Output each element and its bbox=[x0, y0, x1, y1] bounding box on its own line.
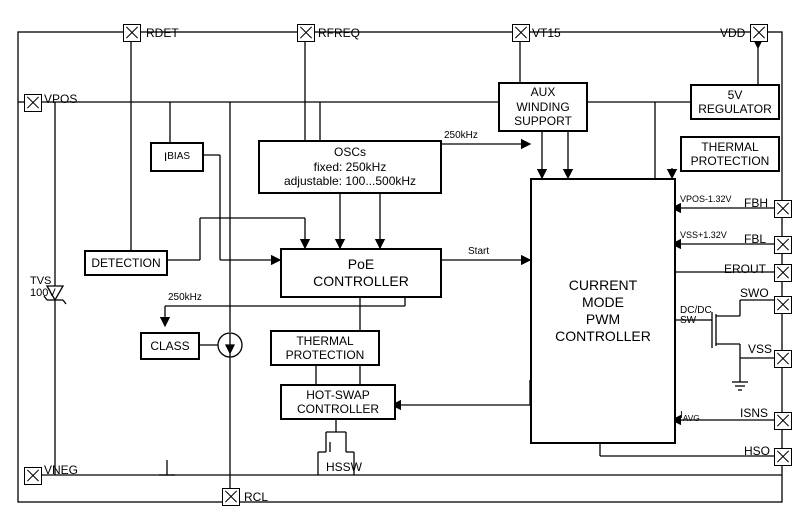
pad-vpos bbox=[24, 94, 42, 112]
reg5v-l2: REGULATOR bbox=[698, 102, 772, 116]
hotswap-l1: HOT-SWAP bbox=[306, 388, 370, 402]
pin-label-swo: SWO bbox=[740, 286, 769, 300]
block-oscs: OSCs fixed: 250kHz adjustable: 100...500… bbox=[258, 140, 442, 194]
pin-label-fbh: FBH bbox=[744, 196, 768, 210]
block-class: CLASS bbox=[140, 332, 200, 360]
pwm-l2: MODE bbox=[582, 294, 624, 311]
block-poe-controller: PoE CONTROLLER bbox=[280, 248, 442, 298]
ibias-sub: BIAS bbox=[167, 151, 190, 163]
pin-label-rdet: RDET bbox=[146, 26, 179, 40]
thermal1-text: THERMAL PROTECTION bbox=[272, 334, 378, 363]
pwm-l3: PWM bbox=[586, 311, 620, 328]
oscs-l1: OSCs bbox=[334, 145, 366, 159]
pad-vss bbox=[774, 350, 792, 368]
dcdc-label: DC/DC SW bbox=[680, 306, 712, 326]
pad-rdet bbox=[123, 24, 141, 42]
aux-l2: WINDING bbox=[516, 100, 569, 114]
annot-250khz-1: 250kHz bbox=[444, 130, 478, 141]
poe-l2: CONTROLLER bbox=[313, 273, 409, 290]
block-thermal-protection-2: THERMAL PROTECTION bbox=[680, 136, 780, 172]
annot-start: Start bbox=[468, 246, 489, 257]
class-text: CLASS bbox=[150, 339, 189, 353]
iavg-sub: AVG bbox=[683, 413, 700, 423]
annot-tvs: TVS 100V bbox=[30, 275, 60, 299]
aux-l3: SUPPORT bbox=[514, 114, 572, 128]
pin-label-vdd: VDD bbox=[720, 26, 745, 40]
pad-hso bbox=[774, 448, 792, 466]
pin-label-vneg: VNEG bbox=[44, 463, 78, 477]
block-aux-winding-support: AUX WINDING SUPPORT bbox=[498, 82, 588, 132]
pwm-l1: CURRENT bbox=[569, 277, 637, 294]
annot-vss-fbl: VSS+1.32V bbox=[680, 230, 727, 240]
pin-label-rfreq: RFREQ bbox=[318, 26, 360, 40]
block-hotswap-controller: HOT-SWAP CONTROLLER bbox=[280, 384, 396, 420]
hotswap-l2: CONTROLLER bbox=[297, 402, 379, 416]
block-ibias: IBIAS bbox=[150, 142, 204, 172]
pad-swo bbox=[774, 296, 792, 314]
oscs-l3: adjustable: 100...500kHz bbox=[284, 174, 416, 188]
block-pwm-controller: CURRENT MODE PWM CONTROLLER bbox=[530, 178, 676, 444]
pin-label-hso: HSO bbox=[744, 444, 770, 458]
pad-erout bbox=[774, 264, 792, 282]
pad-vdd bbox=[750, 24, 768, 42]
diagram-stage: RDET RFREQ VT15 VDD VPOS VNEG RCL HSSW F… bbox=[0, 0, 800, 522]
pin-label-vss: VSS bbox=[748, 342, 772, 356]
pad-vt15 bbox=[512, 24, 530, 42]
block-5v-regulator: 5V REGULATOR bbox=[690, 84, 780, 120]
pad-vneg bbox=[24, 467, 42, 485]
annot-250khz-2: 250kHz bbox=[168, 292, 202, 303]
pin-label-isns: ISNS bbox=[740, 406, 768, 420]
dcdc-l2: SW bbox=[680, 315, 696, 326]
thermal2-l1: THERMAL bbox=[701, 140, 758, 154]
annot-vpos-fbh: VPOS-1.32V bbox=[680, 194, 732, 204]
poe-l1: PoE bbox=[348, 256, 374, 273]
pwm-l4: CONTROLLER bbox=[555, 328, 651, 345]
pad-rfreq bbox=[297, 24, 315, 42]
pad-fbl bbox=[774, 236, 792, 254]
annot-iavg: IAVG bbox=[680, 410, 700, 423]
pad-rcl bbox=[222, 488, 240, 506]
pin-label-vpos: VPOS bbox=[44, 92, 77, 106]
block-thermal-protection-1: THERMAL PROTECTION bbox=[270, 330, 380, 366]
aux-l1: AUX bbox=[531, 85, 556, 99]
pin-label-fbl: FBL bbox=[744, 232, 766, 246]
reg5v-l1: 5V bbox=[728, 88, 743, 102]
pin-label-vt15: VT15 bbox=[532, 26, 561, 40]
thermal2-l2: PROTECTION bbox=[691, 154, 770, 168]
pad-fbh bbox=[774, 200, 792, 218]
oscs-l2: fixed: 250kHz bbox=[314, 160, 387, 174]
detection-text: DETECTION bbox=[91, 256, 160, 270]
block-detection: DETECTION bbox=[84, 250, 168, 276]
pin-label-erout: EROUT bbox=[724, 262, 766, 276]
pin-label-hssw: HSSW bbox=[326, 460, 362, 474]
pad-isns bbox=[774, 412, 792, 430]
pin-label-rcl: RCL bbox=[244, 490, 268, 504]
